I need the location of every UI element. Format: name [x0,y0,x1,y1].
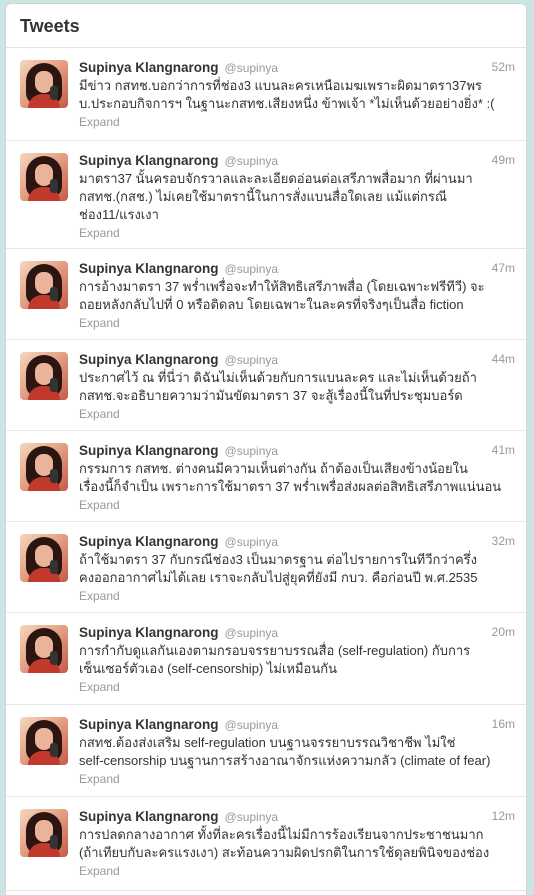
tweet-text: การกำกับดูแลกันเองตามกรอบจรรยาบรรณสื่อ (… [79,642,519,678]
avatar[interactable] [20,809,68,857]
expand-link[interactable]: Expand [79,113,516,131]
tweet-text-line: ถ้าใช้มาตรา 37 กับกรณีช่อง3 เป็นมาตรฐาน … [79,552,478,567]
expand-link[interactable]: Expand [79,678,516,696]
tweet-author-handle[interactable]: @supinya [225,626,279,640]
tweet-author-handle[interactable]: @supinya [225,61,279,75]
tweet-item[interactable]: Supinya Klangnarong @supinya 44m ประกาศไว… [6,340,526,431]
tweet-text: ประกาศไว้ ณ ที่นี่ว่า ดิฉันไม่เห็นด้วยกั… [79,369,519,405]
tweet-author-handle[interactable]: @supinya [225,810,279,824]
tweet-text-line: บ.ประกอบกิจการฯ ในฐานะกสทช.เสียงหนึ่ง ข้… [79,96,495,111]
tweet-author-handle[interactable]: @supinya [225,535,279,549]
tweet-author-name[interactable]: Supinya Klangnarong [79,717,219,732]
tweet-text-line: การอ้างมาตรา 37 พร่ำเพรื่อจะทำให้สิทธิเส… [79,279,485,294]
tweet-timestamp[interactable]: 32m [492,534,515,548]
tweet-text: มีข่าว กสทช.บอกว่าการที่ช่อง3 แบนละครเหน… [79,77,519,113]
tweet-text-line: (ถ้าเทียบกับละครแรงเงา) สะท้อนความผิดปรก… [79,845,490,860]
tweet-text-line: กรรมการ กสทช. ต่างคนมีความเห็นต่างกัน ถ้… [79,461,468,476]
avatar[interactable] [20,534,68,582]
avatar[interactable] [20,443,68,491]
tweet-timestamp[interactable]: 44m [492,352,515,366]
tweet-text-line: กสทช.จะอธิบายความว่ามันขัดมาตรา 37 จะสู้… [79,388,463,403]
tweets-panel: Tweets Supinya Klangnarong @supinya 52m ม… [5,3,527,895]
tweet-author-name[interactable]: Supinya Klangnarong [79,443,219,458]
avatar[interactable] [20,60,68,108]
expand-link[interactable]: Expand [79,496,516,514]
tweet-author-handle[interactable]: @supinya [225,262,279,276]
tweet-item[interactable]: Supinya Klangnarong @supinya 52m มีข่าว ก… [6,48,526,141]
tweet-timestamp[interactable]: 12m [492,809,515,823]
avatar[interactable] [20,717,68,765]
avatar[interactable] [20,625,68,673]
expand-link[interactable]: Expand [79,862,516,880]
expand-link[interactable]: Expand [79,314,516,332]
tweet-text: กรรมการ กสทช. ต่างคนมีความเห็นต่างกัน ถ้… [79,460,519,496]
tweet-text: มาตรา37 นั้นครอบจักรวาลและละเอียดอ่อนต่อ… [79,170,519,224]
tweet-text-line: ประกาศไว้ ณ ที่นี่ว่า ดิฉันไม่เห็นด้วยกั… [79,370,477,385]
avatar[interactable] [20,153,68,201]
tweet-text: การปลดกลางอากาศ ทั้งที่ละครเรื่องนี้ไม่ม… [79,826,519,862]
tweet-timestamp[interactable]: 41m [492,443,515,457]
tweet-author-name[interactable]: Supinya Klangnarong [79,153,219,168]
tweet-author-name[interactable]: Supinya Klangnarong [79,60,219,75]
tweet-item[interactable]: Supinya Klangnarong @supinya 41m กรรมการ … [6,431,526,522]
tweet-author-name[interactable]: Supinya Klangnarong [79,809,219,824]
tweet-timestamp[interactable]: 49m [492,153,515,167]
tweet-text-line: การปลดกลางอากาศ ทั้งที่ละครเรื่องนี้ไม่ม… [79,827,484,842]
tweet-text-line: คงออกอากาศไม่ได้เลย เราจะกลับไปสู่ยุคที่… [79,570,478,585]
tweet-text-line: เซ็นเซอร์ตัวเอง (self-censorship) ไม่เหม… [79,661,338,676]
tweet-timestamp[interactable]: 20m [492,625,515,639]
tweet-timestamp[interactable]: 16m [492,717,515,731]
expand-link[interactable]: Expand [79,587,516,605]
tweet-text-line: มีข่าว กสทช.บอกว่าการที่ช่อง3 แบนละครเหน… [79,78,483,93]
tweet-timestamp[interactable]: 47m [492,261,515,275]
tweet-author-name[interactable]: Supinya Klangnarong [79,625,219,640]
tweet-author-name[interactable]: Supinya Klangnarong [79,261,219,276]
tweet-text-line: กสทช.(กสช.) ไม่เคยใช้มาตรานี้ในการสั่งแบ… [79,189,447,204]
tweet-text-line: มาตรา37 นั้นครอบจักรวาลและละเอียดอ่อนต่อ… [79,171,473,186]
tweet-author-name[interactable]: Supinya Klangnarong [79,534,219,549]
tweet-item[interactable]: Supinya Klangnarong @supinya 20m การกำกับ… [6,613,526,705]
panel-title: Tweets [6,4,526,48]
expand-link[interactable]: Expand [79,405,516,423]
tweet-author-handle[interactable]: @supinya [225,444,279,458]
tweet-item[interactable]: Supinya Klangnarong @supinya 32m ถ้าใช้มา… [6,522,526,613]
tweet-text-line: เรื่องนี้ก็จำเป็น เพราะการใช้มาตรา 37 พร… [79,479,502,494]
tweet-text: ถ้าใช้มาตรา 37 กับกรณีช่อง3 เป็นมาตรฐาน … [79,551,519,587]
tweet-item[interactable]: Supinya Klangnarong @supinya 12m การปลดกล… [6,797,526,891]
tweet-author-handle[interactable]: @supinya [225,718,279,732]
tweet-author-handle[interactable]: @supinya [225,154,279,168]
expand-link[interactable]: Expand [79,224,516,242]
expand-link[interactable]: Expand [79,770,516,788]
tweet-item[interactable]: Supinya Klangnarong @supinya 49m มาตรา37 … [6,141,526,249]
avatar[interactable] [20,261,68,309]
tweet-text-line: การกำกับดูแลกันเองตามกรอบจรรยาบรรณสื่อ (… [79,643,471,658]
avatar[interactable] [20,352,68,400]
tweet-text: การอ้างมาตรา 37 พร่ำเพรื่อจะทำให้สิทธิเส… [79,278,519,314]
tweet-item[interactable]: Supinya Klangnarong @supinya 16m กสทช.ต้อ… [6,705,526,797]
tweet-text-line: กสทช.ต้องส่งเสริม self-regulation บนฐานจ… [79,735,456,750]
tweet-author-handle[interactable]: @supinya [225,353,279,367]
tweet-author-name[interactable]: Supinya Klangnarong [79,352,219,367]
tweet-list: Supinya Klangnarong @supinya 52m มีข่าว ก… [6,48,526,891]
tweet-text: กสทช.ต้องส่งเสริม self-regulation บนฐานจ… [79,734,519,770]
tweet-text-line: ช่อง11/แรงเงา [79,207,159,222]
tweet-text-line: ถอยหลังกลับไปที่ 0 หรือติดลบ โดยเฉพาะในล… [79,297,464,312]
tweet-item[interactable]: Supinya Klangnarong @supinya 47m การอ้างม… [6,249,526,340]
tweet-text-line: self-censorship บนฐานการสร้างอาณาจักรแห่… [79,753,491,768]
tweet-timestamp[interactable]: 52m [492,60,515,74]
